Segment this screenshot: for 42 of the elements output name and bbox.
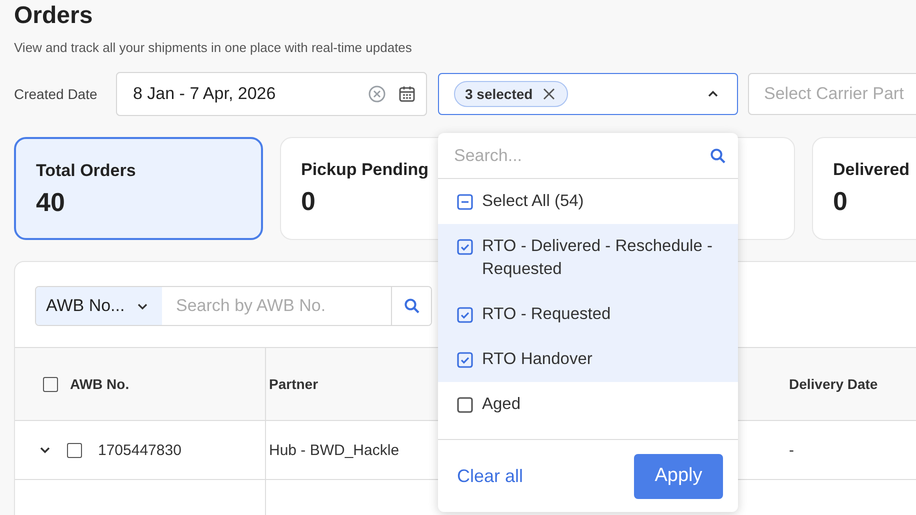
card-value: 40 [36,187,65,218]
status-option[interactable]: RTO - Delivered - Reschedule - Requested [438,224,738,292]
status-select[interactable]: 3 selected [438,73,738,115]
apply-button[interactable]: Apply [634,454,723,498]
table-cell: - [789,442,794,458]
table-cell: 1705447830 [98,442,182,458]
card-title: Delivered [833,160,910,180]
column-header: Delivery Date [789,376,878,392]
column-header: AWB No. [70,376,130,392]
search-icon [710,148,726,164]
card-value: 0 [833,186,848,217]
checkbox[interactable] [43,376,58,392]
clear-all-link[interactable]: Clear all [457,466,524,486]
chevron-icon [707,90,719,98]
chevron-icon [136,302,148,310]
checkbox[interactable] [457,307,473,323]
checkbox[interactable] [67,442,82,458]
calendar-icon[interactable] [398,85,416,103]
search-bar[interactable]: AWB No... Search by AWB No. [35,286,432,326]
checkbox[interactable] [457,352,473,368]
card-title: Total Orders [36,161,136,181]
column-header: Partner [269,376,318,392]
search-icon [404,298,420,314]
card-title: Pickup Pending [301,160,429,180]
selected-chip: 3 selected [454,81,568,107]
status-option[interactable]: RTO - Requested [438,292,738,337]
page-subtitle: View and track all your shipments in one place with real-time updates [14,40,413,56]
table-cell: Hub - BWD_Hackle [269,442,400,458]
date-range-field[interactable]: 8 Jan - 7 Apr, 2026 [116,72,427,116]
stat-card[interactable]: Total Orders 40 [14,137,263,240]
close-icon[interactable] [542,88,555,100]
clear-icon[interactable] [368,85,386,103]
status-option[interactable]: RTO Handover [438,337,738,382]
checkbox[interactable] [457,397,473,413]
filter-label: Created Date [14,86,98,102]
search-type-select[interactable]: AWB No... [36,287,162,325]
page-title: Orders [14,1,94,31]
expand-icon[interactable] [39,446,51,454]
checkbox[interactable] [457,239,473,255]
stat-card[interactable]: Delivered 0 [812,137,916,240]
checkbox[interactable] [457,194,473,210]
card-value: 0 [301,186,316,217]
